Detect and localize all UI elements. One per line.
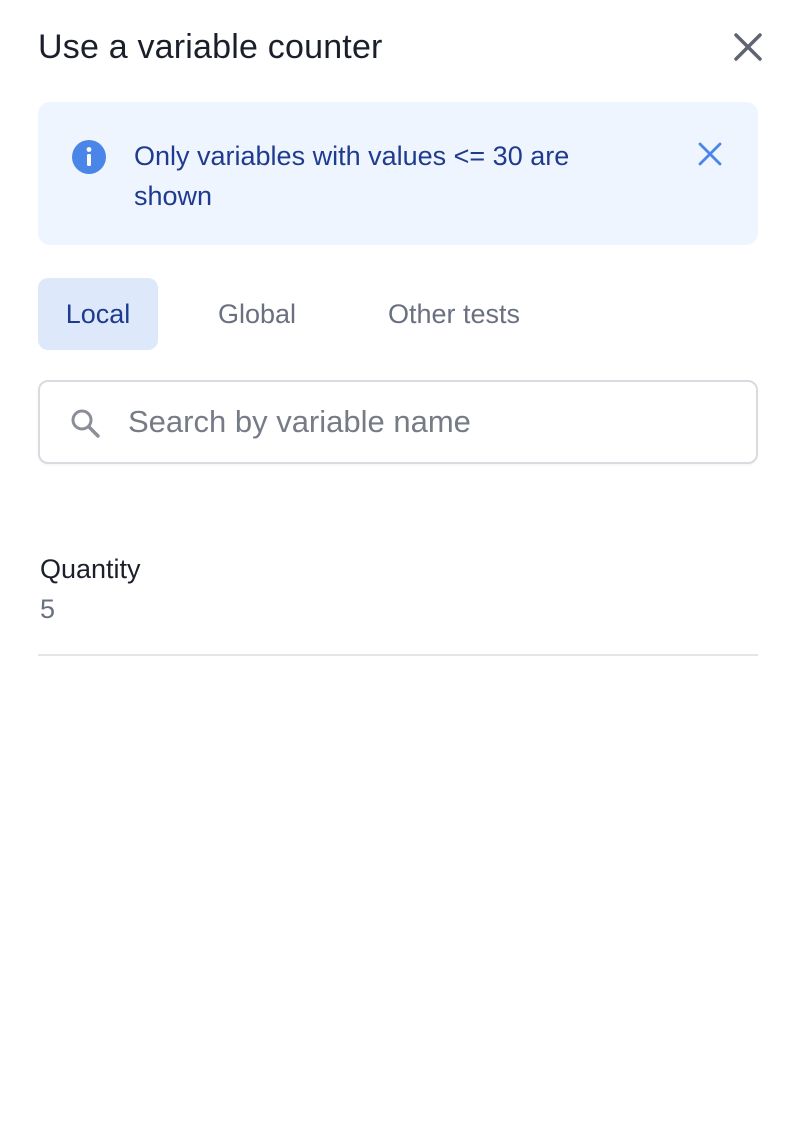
panel-header: Use a variable counter <box>38 24 768 70</box>
search-input[interactable] <box>128 382 740 462</box>
info-icon <box>72 140 106 174</box>
search-box <box>38 380 758 464</box>
panel-title: Use a variable counter <box>38 27 383 66</box>
close-button[interactable] <box>728 27 768 67</box>
tab-local[interactable]: Local <box>38 278 158 350</box>
scope-tabs: Local Global Other tests <box>38 278 552 350</box>
search-icon <box>71 409 100 438</box>
variable-value: 5 <box>40 594 56 624</box>
tab-global[interactable]: Global <box>158 278 356 350</box>
dismiss-banner-button[interactable] <box>694 138 726 170</box>
tab-other-tests[interactable]: Other tests <box>356 278 552 350</box>
variable-name: Quantity <box>40 554 141 584</box>
banner-message: Only variables with values <= 30 are sho… <box>134 141 570 211</box>
variable-list-item[interactable]: Quantity 5 <box>38 548 758 656</box>
variable-counter-panel: Use a variable counter Only variables wi… <box>0 0 798 1130</box>
close-icon <box>698 142 722 166</box>
info-banner: Only variables with values <= 30 are sho… <box>38 102 758 245</box>
close-icon <box>734 33 762 61</box>
